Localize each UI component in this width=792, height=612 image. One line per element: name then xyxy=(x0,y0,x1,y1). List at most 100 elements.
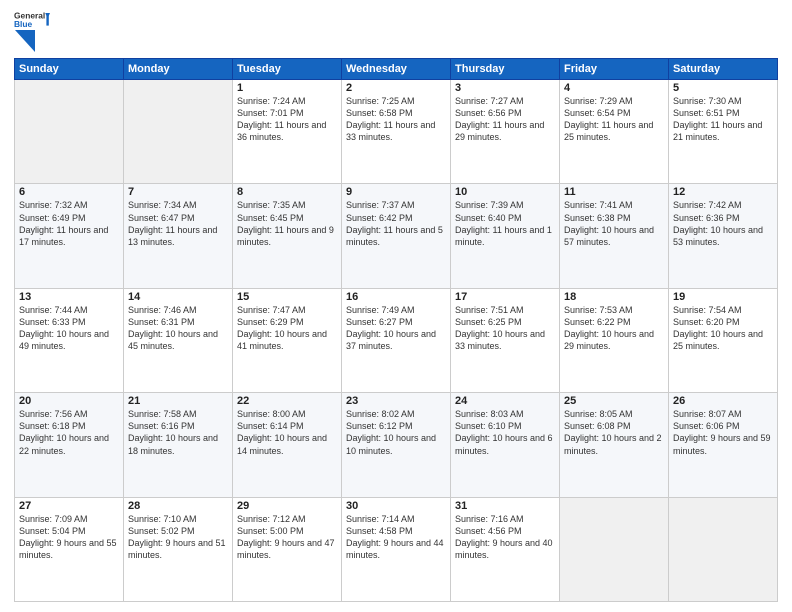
day-number: 22 xyxy=(237,395,337,407)
cell-info: Sunrise: 7:27 AM Sunset: 6:56 PM Dayligh… xyxy=(455,95,555,144)
day-number: 18 xyxy=(564,291,664,303)
calendar-cell: 23Sunrise: 8:02 AM Sunset: 6:12 PM Dayli… xyxy=(342,393,451,497)
calendar-cell: 25Sunrise: 8:05 AM Sunset: 6:08 PM Dayli… xyxy=(560,393,669,497)
cell-info: Sunrise: 7:14 AM Sunset: 4:58 PM Dayligh… xyxy=(346,513,446,562)
calendar-cell: 22Sunrise: 8:00 AM Sunset: 6:14 PM Dayli… xyxy=(233,393,342,497)
calendar-cell: 4Sunrise: 7:29 AM Sunset: 6:54 PM Daylig… xyxy=(560,80,669,184)
cell-info: Sunrise: 8:03 AM Sunset: 6:10 PM Dayligh… xyxy=(455,408,555,457)
calendar-cell: 17Sunrise: 7:51 AM Sunset: 6:25 PM Dayli… xyxy=(451,288,560,392)
week-row-1: 1Sunrise: 7:24 AM Sunset: 7:01 PM Daylig… xyxy=(15,80,778,184)
day-number: 30 xyxy=(346,500,446,512)
calendar-cell xyxy=(560,497,669,601)
calendar-cell: 12Sunrise: 7:42 AM Sunset: 6:36 PM Dayli… xyxy=(669,184,778,288)
day-number: 20 xyxy=(19,395,119,407)
cell-info: Sunrise: 7:39 AM Sunset: 6:40 PM Dayligh… xyxy=(455,199,555,248)
day-number: 7 xyxy=(128,186,228,198)
cell-info: Sunrise: 7:54 AM Sunset: 6:20 PM Dayligh… xyxy=(673,304,773,353)
week-row-5: 27Sunrise: 7:09 AM Sunset: 5:04 PM Dayli… xyxy=(15,497,778,601)
day-number: 3 xyxy=(455,82,555,94)
day-number: 9 xyxy=(346,186,446,198)
weekday-header-monday: Monday xyxy=(124,59,233,80)
calendar-cell: 27Sunrise: 7:09 AM Sunset: 5:04 PM Dayli… xyxy=(15,497,124,601)
day-number: 6 xyxy=(19,186,119,198)
calendar-cell: 2Sunrise: 7:25 AM Sunset: 6:58 PM Daylig… xyxy=(342,80,451,184)
cell-info: Sunrise: 7:24 AM Sunset: 7:01 PM Dayligh… xyxy=(237,95,337,144)
calendar-cell: 19Sunrise: 7:54 AM Sunset: 6:20 PM Dayli… xyxy=(669,288,778,392)
logo-icon: General Blue xyxy=(14,10,50,28)
logo-triangle-icon xyxy=(15,30,35,52)
calendar-cell: 14Sunrise: 7:46 AM Sunset: 6:31 PM Dayli… xyxy=(124,288,233,392)
day-number: 25 xyxy=(564,395,664,407)
calendar-cell: 7Sunrise: 7:34 AM Sunset: 6:47 PM Daylig… xyxy=(124,184,233,288)
week-row-3: 13Sunrise: 7:44 AM Sunset: 6:33 PM Dayli… xyxy=(15,288,778,392)
weekday-header-saturday: Saturday xyxy=(669,59,778,80)
day-number: 24 xyxy=(455,395,555,407)
day-number: 27 xyxy=(19,500,119,512)
cell-info: Sunrise: 7:58 AM Sunset: 6:16 PM Dayligh… xyxy=(128,408,228,457)
day-number: 1 xyxy=(237,82,337,94)
day-number: 31 xyxy=(455,500,555,512)
calendar-cell: 15Sunrise: 7:47 AM Sunset: 6:29 PM Dayli… xyxy=(233,288,342,392)
logo: General Blue xyxy=(14,10,50,52)
cell-info: Sunrise: 7:30 AM Sunset: 6:51 PM Dayligh… xyxy=(673,95,773,144)
day-number: 16 xyxy=(346,291,446,303)
calendar-cell xyxy=(669,497,778,601)
cell-info: Sunrise: 7:10 AM Sunset: 5:02 PM Dayligh… xyxy=(128,513,228,562)
day-number: 12 xyxy=(673,186,773,198)
calendar-cell: 3Sunrise: 7:27 AM Sunset: 6:56 PM Daylig… xyxy=(451,80,560,184)
day-number: 4 xyxy=(564,82,664,94)
calendar-cell: 24Sunrise: 8:03 AM Sunset: 6:10 PM Dayli… xyxy=(451,393,560,497)
calendar-cell: 31Sunrise: 7:16 AM Sunset: 4:56 PM Dayli… xyxy=(451,497,560,601)
cell-info: Sunrise: 7:25 AM Sunset: 6:58 PM Dayligh… xyxy=(346,95,446,144)
calendar-cell: 20Sunrise: 7:56 AM Sunset: 6:18 PM Dayli… xyxy=(15,393,124,497)
day-number: 15 xyxy=(237,291,337,303)
weekday-header-tuesday: Tuesday xyxy=(233,59,342,80)
cell-info: Sunrise: 7:12 AM Sunset: 5:00 PM Dayligh… xyxy=(237,513,337,562)
calendar-cell xyxy=(124,80,233,184)
cell-info: Sunrise: 7:53 AM Sunset: 6:22 PM Dayligh… xyxy=(564,304,664,353)
day-number: 10 xyxy=(455,186,555,198)
weekday-header-sunday: Sunday xyxy=(15,59,124,80)
day-number: 8 xyxy=(237,186,337,198)
cell-info: Sunrise: 7:56 AM Sunset: 6:18 PM Dayligh… xyxy=(19,408,119,457)
day-number: 21 xyxy=(128,395,228,407)
calendar-cell: 10Sunrise: 7:39 AM Sunset: 6:40 PM Dayli… xyxy=(451,184,560,288)
cell-info: Sunrise: 7:29 AM Sunset: 6:54 PM Dayligh… xyxy=(564,95,664,144)
day-number: 2 xyxy=(346,82,446,94)
calendar-cell: 28Sunrise: 7:10 AM Sunset: 5:02 PM Dayli… xyxy=(124,497,233,601)
page: General Blue SundayMondayTuesdayWednesda… xyxy=(0,0,792,612)
calendar-cell: 8Sunrise: 7:35 AM Sunset: 6:45 PM Daylig… xyxy=(233,184,342,288)
day-number: 23 xyxy=(346,395,446,407)
day-number: 13 xyxy=(19,291,119,303)
cell-info: Sunrise: 7:49 AM Sunset: 6:27 PM Dayligh… xyxy=(346,304,446,353)
calendar-cell: 6Sunrise: 7:32 AM Sunset: 6:49 PM Daylig… xyxy=(15,184,124,288)
day-number: 28 xyxy=(128,500,228,512)
weekday-header-thursday: Thursday xyxy=(451,59,560,80)
calendar-cell: 9Sunrise: 7:37 AM Sunset: 6:42 PM Daylig… xyxy=(342,184,451,288)
week-row-4: 20Sunrise: 7:56 AM Sunset: 6:18 PM Dayli… xyxy=(15,393,778,497)
calendar-cell: 16Sunrise: 7:49 AM Sunset: 6:27 PM Dayli… xyxy=(342,288,451,392)
cell-info: Sunrise: 7:34 AM Sunset: 6:47 PM Dayligh… xyxy=(128,199,228,248)
calendar-table: SundayMondayTuesdayWednesdayThursdayFrid… xyxy=(14,58,778,602)
day-number: 11 xyxy=(564,186,664,198)
cell-info: Sunrise: 7:09 AM Sunset: 5:04 PM Dayligh… xyxy=(19,513,119,562)
calendar-cell: 21Sunrise: 7:58 AM Sunset: 6:16 PM Dayli… xyxy=(124,393,233,497)
cell-info: Sunrise: 7:46 AM Sunset: 6:31 PM Dayligh… xyxy=(128,304,228,353)
cell-info: Sunrise: 7:44 AM Sunset: 6:33 PM Dayligh… xyxy=(19,304,119,353)
week-row-2: 6Sunrise: 7:32 AM Sunset: 6:49 PM Daylig… xyxy=(15,184,778,288)
cell-info: Sunrise: 7:51 AM Sunset: 6:25 PM Dayligh… xyxy=(455,304,555,353)
weekday-header-row: SundayMondayTuesdayWednesdayThursdayFrid… xyxy=(15,59,778,80)
cell-info: Sunrise: 7:42 AM Sunset: 6:36 PM Dayligh… xyxy=(673,199,773,248)
calendar-cell xyxy=(15,80,124,184)
calendar-cell: 11Sunrise: 7:41 AM Sunset: 6:38 PM Dayli… xyxy=(560,184,669,288)
cell-info: Sunrise: 8:02 AM Sunset: 6:12 PM Dayligh… xyxy=(346,408,446,457)
weekday-header-friday: Friday xyxy=(560,59,669,80)
calendar-cell: 30Sunrise: 7:14 AM Sunset: 4:58 PM Dayli… xyxy=(342,497,451,601)
day-number: 26 xyxy=(673,395,773,407)
cell-info: Sunrise: 7:37 AM Sunset: 6:42 PM Dayligh… xyxy=(346,199,446,248)
calendar-cell: 18Sunrise: 7:53 AM Sunset: 6:22 PM Dayli… xyxy=(560,288,669,392)
day-number: 17 xyxy=(455,291,555,303)
day-number: 29 xyxy=(237,500,337,512)
day-number: 5 xyxy=(673,82,773,94)
cell-info: Sunrise: 7:32 AM Sunset: 6:49 PM Dayligh… xyxy=(19,199,119,248)
